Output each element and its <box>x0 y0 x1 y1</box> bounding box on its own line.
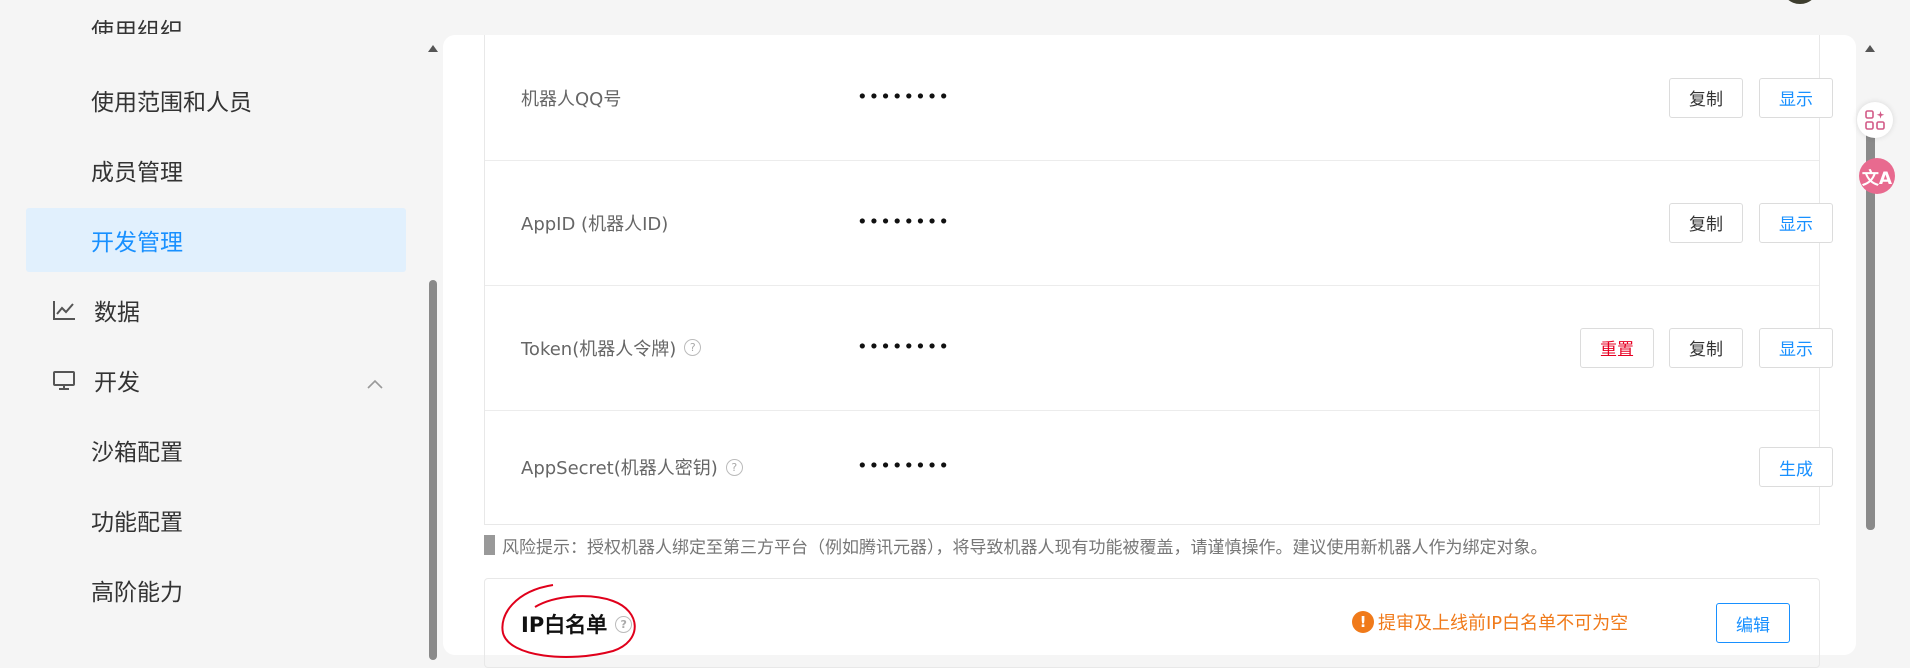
credential-row-qq: 机器人QQ号 •••••••• 复制 显示 <box>485 35 1833 161</box>
apps-add-icon[interactable] <box>1857 102 1893 138</box>
copy-button[interactable]: 复制 <box>1669 202 1743 243</box>
sidebar-item-label: 使用范围和人员 <box>91 90 252 116</box>
sidebar-item-scope[interactable]: 使用范围和人员 <box>26 68 406 132</box>
sidebar-item-dev[interactable]: 开发 <box>26 348 406 412</box>
sidebar-item-label: 使用组织 <box>91 19 183 34</box>
risk-notice-text: 风险提示：授权机器人绑定至第三方平台（例如腾讯元器），将导致机器人现有功能被覆盖… <box>502 537 1548 558</box>
warning-icon: ! <box>1352 611 1374 633</box>
sidebar-item-sandbox[interactable]: 沙箱配置 <box>26 418 406 482</box>
credential-label: AppID (机器人ID) <box>521 213 669 235</box>
ip-whitelist-card: IP白名单?! 提审及上线前IP白名单不可为空 编辑 <box>484 578 1820 668</box>
sidebar-item-label: 开发 <box>94 370 140 396</box>
credential-label: AppSecret(机器人密钥)? <box>521 454 743 480</box>
sidebar-item-data[interactable]: 数据 <box>26 278 406 342</box>
show-button[interactable]: 显示 <box>1759 202 1833 243</box>
notice-bar <box>484 535 495 555</box>
main-panel: 机器人QQ号 •••••••• 复制 显示 AppID (机器人ID) •••••… <box>443 35 1856 668</box>
ip-whitelist-warning: ! 提审及上线前IP白名单不可为空 <box>1352 609 1628 635</box>
scroll-up-arrow-icon[interactable] <box>1865 45 1875 52</box>
ip-whitelist-title: IP白名单? <box>521 609 633 639</box>
credential-label: 机器人QQ号 <box>521 88 622 110</box>
sidebar-item-label: 高阶能力 <box>91 580 183 606</box>
sidebar-scrollbar[interactable] <box>426 35 440 660</box>
help-icon[interactable]: ? <box>684 339 702 356</box>
sidebar-item-label: 数据 <box>94 300 140 326</box>
sidebar-item-members[interactable]: 成员管理 <box>26 138 406 202</box>
warning-text: 提审及上线前IP白名单不可为空 <box>1378 613 1629 634</box>
scroll-up-arrow-icon[interactable] <box>428 45 438 52</box>
sidebar-item-dev-management[interactable]: 开发管理 <box>26 208 406 272</box>
monitor-icon <box>50 366 78 394</box>
sidebar-item-label: 成员管理 <box>91 160 183 186</box>
edit-button[interactable]: 编辑 <box>1716 603 1790 643</box>
chart-line-icon <box>50 296 78 324</box>
scrollbar-thumb[interactable] <box>429 280 437 660</box>
translate-glyph: 文A <box>1861 168 1893 189</box>
help-icon[interactable]: ? <box>615 615 633 633</box>
credential-label: Token(机器人令牌)? <box>521 335 702 361</box>
credential-value: •••••••• <box>857 85 950 107</box>
copy-button[interactable]: 复制 <box>1669 327 1743 368</box>
sidebar: 使用组织 使用范围和人员 成员管理 开发管理 数据开发沙箱配置功能配置高阶能力 <box>0 0 425 652</box>
sidebar-item-label: 开发管理 <box>91 230 183 256</box>
sidebar-item-features[interactable]: 功能配置 <box>26 488 406 552</box>
sidebar-item-label: 沙箱配置 <box>91 440 183 466</box>
credential-value: •••••••• <box>857 335 950 357</box>
copy-button[interactable]: 复制 <box>1669 77 1743 118</box>
generate-button[interactable]: 生成 <box>1759 447 1833 487</box>
sidebar-item-partial[interactable]: 使用组织 <box>26 0 406 34</box>
show-button[interactable]: 显示 <box>1759 327 1833 368</box>
credential-row-appsecret: AppSecret(机器人密钥)? •••••••• 生成 <box>485 410 1833 524</box>
avatar[interactable] <box>1782 0 1818 4</box>
risk-notice: 风险提示：授权机器人绑定至第三方平台（例如腾讯元器），将导致机器人现有功能被覆盖… <box>484 530 1548 560</box>
credential-row-token: Token(机器人令牌)? •••••••• 重置 复制 显示 <box>485 285 1833 411</box>
reset-button[interactable]: 重置 <box>1580 327 1654 368</box>
translate-icon[interactable]: 文A <box>1859 158 1895 194</box>
credentials-table: 机器人QQ号 •••••••• 复制 显示 AppID (机器人ID) •••••… <box>484 35 1833 525</box>
chevron-up-icon[interactable] <box>366 370 384 396</box>
credential-value: •••••••• <box>857 210 950 232</box>
credential-value: •••••••• <box>857 455 950 477</box>
sidebar-item-advanced[interactable]: 高阶能力 <box>26 558 406 622</box>
help-icon[interactable]: ? <box>725 458 743 476</box>
sidebar-item-label: 功能配置 <box>91 510 183 536</box>
show-button[interactable]: 显示 <box>1759 77 1833 118</box>
credential-row-appid: AppID (机器人ID) •••••••• 复制 显示 <box>485 160 1833 286</box>
